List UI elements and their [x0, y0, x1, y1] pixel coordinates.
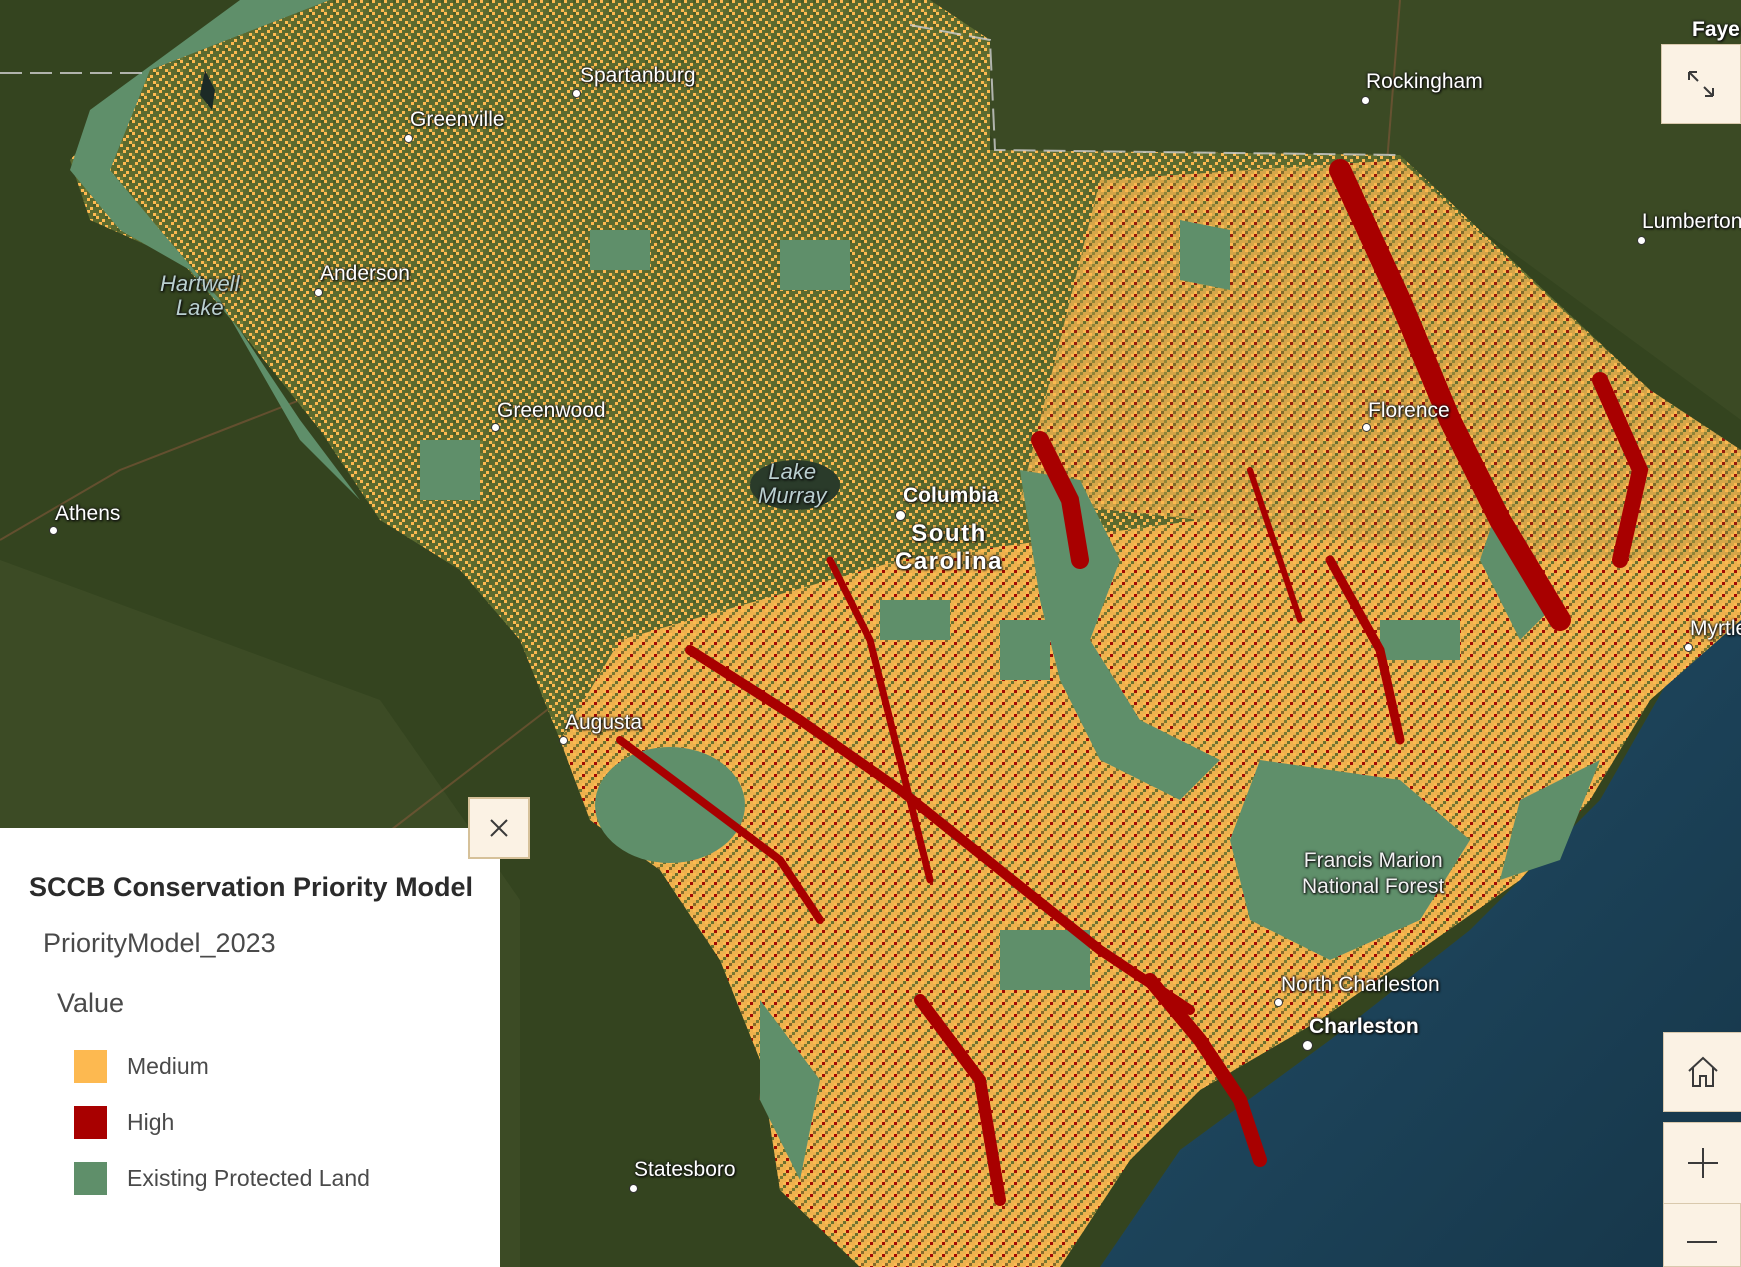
city-label: Statesboro — [634, 1158, 736, 1181]
city-marker[interactable] — [49, 526, 58, 535]
city-marker[interactable] — [404, 134, 413, 143]
city-label: Florence — [1368, 399, 1450, 422]
city-marker[interactable] — [491, 423, 500, 432]
home-icon — [1688, 1056, 1718, 1087]
city-label: Faye — [1692, 18, 1740, 41]
expand-icon — [1688, 71, 1714, 97]
legend-label: Medium — [127, 1052, 209, 1079]
city-label: Greenwood — [497, 399, 606, 422]
close-icon — [490, 819, 508, 837]
city-marker[interactable] — [572, 89, 581, 98]
zoom-out-button[interactable] — [1663, 1203, 1741, 1267]
city-label: Spartanburg — [580, 64, 696, 87]
legend-label: Existing Protected Land — [127, 1164, 370, 1191]
city-marker[interactable] — [1362, 423, 1371, 432]
city-label: Charleston — [1309, 1015, 1419, 1038]
city-marker[interactable] — [1274, 998, 1283, 1007]
forest-label-line2: National Forest — [1302, 875, 1445, 898]
city-marker[interactable] — [1302, 1040, 1313, 1051]
water-label-murray: Lake Murray — [758, 460, 826, 508]
city-label: Augusta — [565, 711, 643, 734]
legend-swatch — [74, 1049, 107, 1083]
minus-icon — [1687, 1241, 1717, 1243]
zoom-in-button[interactable] — [1663, 1122, 1741, 1204]
legend-label: High — [127, 1108, 175, 1135]
legend-layer-name: PriorityModel_2023 — [43, 928, 276, 958]
city-marker[interactable] — [629, 1184, 638, 1193]
city-label: Athens — [55, 502, 121, 525]
forest-label: Francis Marion National Forest — [1302, 848, 1444, 900]
legend-item-high: High — [74, 1105, 174, 1139]
city-label: Columbia — [903, 484, 999, 507]
legend-field-name: Value — [57, 988, 125, 1018]
forest-label-line1: Francis Marion — [1303, 849, 1443, 872]
city-marker[interactable] — [1637, 236, 1646, 245]
city-label: North Charleston — [1281, 973, 1440, 996]
legend-close-button[interactable] — [468, 797, 530, 859]
city-marker[interactable] — [314, 288, 323, 297]
expand-button[interactable] — [1661, 44, 1741, 124]
legend-item-medium: Medium — [74, 1049, 209, 1083]
city-marker[interactable] — [1684, 643, 1693, 652]
plus-icon — [1688, 1148, 1718, 1178]
city-label: Myrtle — [1690, 617, 1741, 640]
state-label-line1: South — [911, 520, 987, 547]
legend-swatch — [74, 1161, 107, 1195]
water-label-hartwell: Hartwell Lake — [160, 272, 239, 320]
city-marker[interactable] — [559, 736, 568, 745]
city-label: Rockingham — [1366, 70, 1483, 93]
water-label-line2: Lake — [175, 295, 224, 320]
water-label-line2: Murray — [758, 483, 827, 508]
city-label: Lumberton — [1642, 210, 1741, 233]
state-label: South Carolina — [895, 520, 1003, 576]
city-marker[interactable] — [1361, 96, 1370, 105]
state-label-line2: Carolina — [895, 548, 1004, 575]
home-button[interactable] — [1663, 1032, 1741, 1112]
city-label: Anderson — [320, 262, 410, 285]
legend-panel: SCCB Conservation Priority Model Priorit… — [0, 828, 500, 1267]
water-label-line1: Hartwell — [160, 271, 240, 296]
water-label-line1: Lake — [768, 459, 817, 484]
legend-title: SCCB Conservation Priority Model — [29, 872, 474, 902]
legend-item-protected: Existing Protected Land — [74, 1161, 370, 1195]
legend-swatch — [74, 1105, 107, 1139]
city-label: Greenville — [410, 108, 505, 131]
